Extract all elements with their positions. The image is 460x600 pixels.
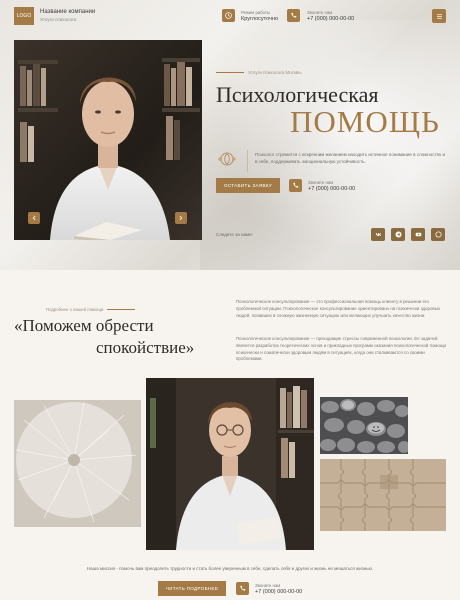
footer-phone-icon[interactable] (236, 582, 249, 595)
footer-phone-label: Звоните нам (255, 583, 281, 588)
dandelion-image (14, 400, 141, 527)
telegram-button[interactable] (391, 228, 405, 241)
slider-next-button[interactable] (175, 212, 187, 224)
hours-label: Режим работы (241, 10, 271, 15)
arrow-left-icon (32, 215, 36, 221)
emblem-icon (218, 152, 236, 166)
menu-icon (436, 13, 442, 19)
vk-button[interactable] (371, 228, 385, 241)
telegram-icon (394, 231, 402, 238)
company-name: Название компании (40, 9, 96, 15)
about-quote-line2: спокойствие» (96, 338, 195, 357)
whatsapp-button[interactable] (431, 228, 445, 241)
psychologist-photo (14, 40, 202, 240)
phone-label: Звоните нам (307, 10, 333, 15)
divider (247, 150, 248, 172)
company-subtitle: Услуги психолога (40, 17, 77, 22)
hero-phone-label: Звоните нам (308, 180, 334, 185)
whatsapp-icon (434, 231, 442, 238)
youtube-icon (415, 232, 421, 237)
puzzle-image (320, 459, 446, 531)
about-overline: Подробнее о нашей помощи (46, 307, 136, 312)
phone-icon[interactable] (287, 9, 300, 22)
logo[interactable]: LOGO (14, 7, 34, 25)
psychologist-reading-photo (146, 378, 314, 550)
hero-phone-icon[interactable] (289, 179, 302, 192)
hero-section: LOGO Название компании Услуги психолога … (0, 0, 460, 270)
follow-us-text: Следите за нами: (216, 232, 253, 237)
top-bar: LOGO Название компании Услуги психолога … (0, 0, 460, 32)
about-paragraph-1: Психологическое консультирование — это п… (236, 299, 441, 318)
footer-phone-number[interactable]: +7 (000) 000-00-00 (255, 589, 302, 595)
mission-text: Наша миссия - помочь вам преодолеть труд… (86, 566, 374, 571)
vk-icon (375, 233, 381, 237)
hero-description: Психолог стремится с искренним желанием … (255, 152, 445, 164)
hero-title-line2: ПОМОЩЬ (290, 104, 440, 139)
about-quote-line1: «Поможем обрести (14, 316, 154, 335)
hours-value: Круглосуточно (241, 16, 279, 22)
phone-number[interactable]: +7 (000) 000-00-00 (307, 16, 354, 22)
youtube-button[interactable] (411, 228, 425, 241)
slider-prev-button[interactable] (28, 212, 40, 224)
menu-button[interactable] (432, 9, 446, 23)
read-more-button[interactable]: ЧИТАТЬ ПОДРОБНЕЕ (158, 581, 226, 596)
clock-icon (222, 9, 235, 22)
hero-phone-number[interactable]: +7 (000) 000-00-00 (308, 186, 355, 192)
arrow-right-icon (179, 215, 183, 221)
about-paragraph-2: Психологическое консультирование — прехо… (236, 336, 446, 362)
leave-request-button[interactable]: ОСТАВИТЬ ЗАЯВКУ (216, 178, 280, 193)
smiling-stones-image (320, 397, 408, 454)
hero-overline: Услуги психолога Москвы (216, 70, 302, 75)
